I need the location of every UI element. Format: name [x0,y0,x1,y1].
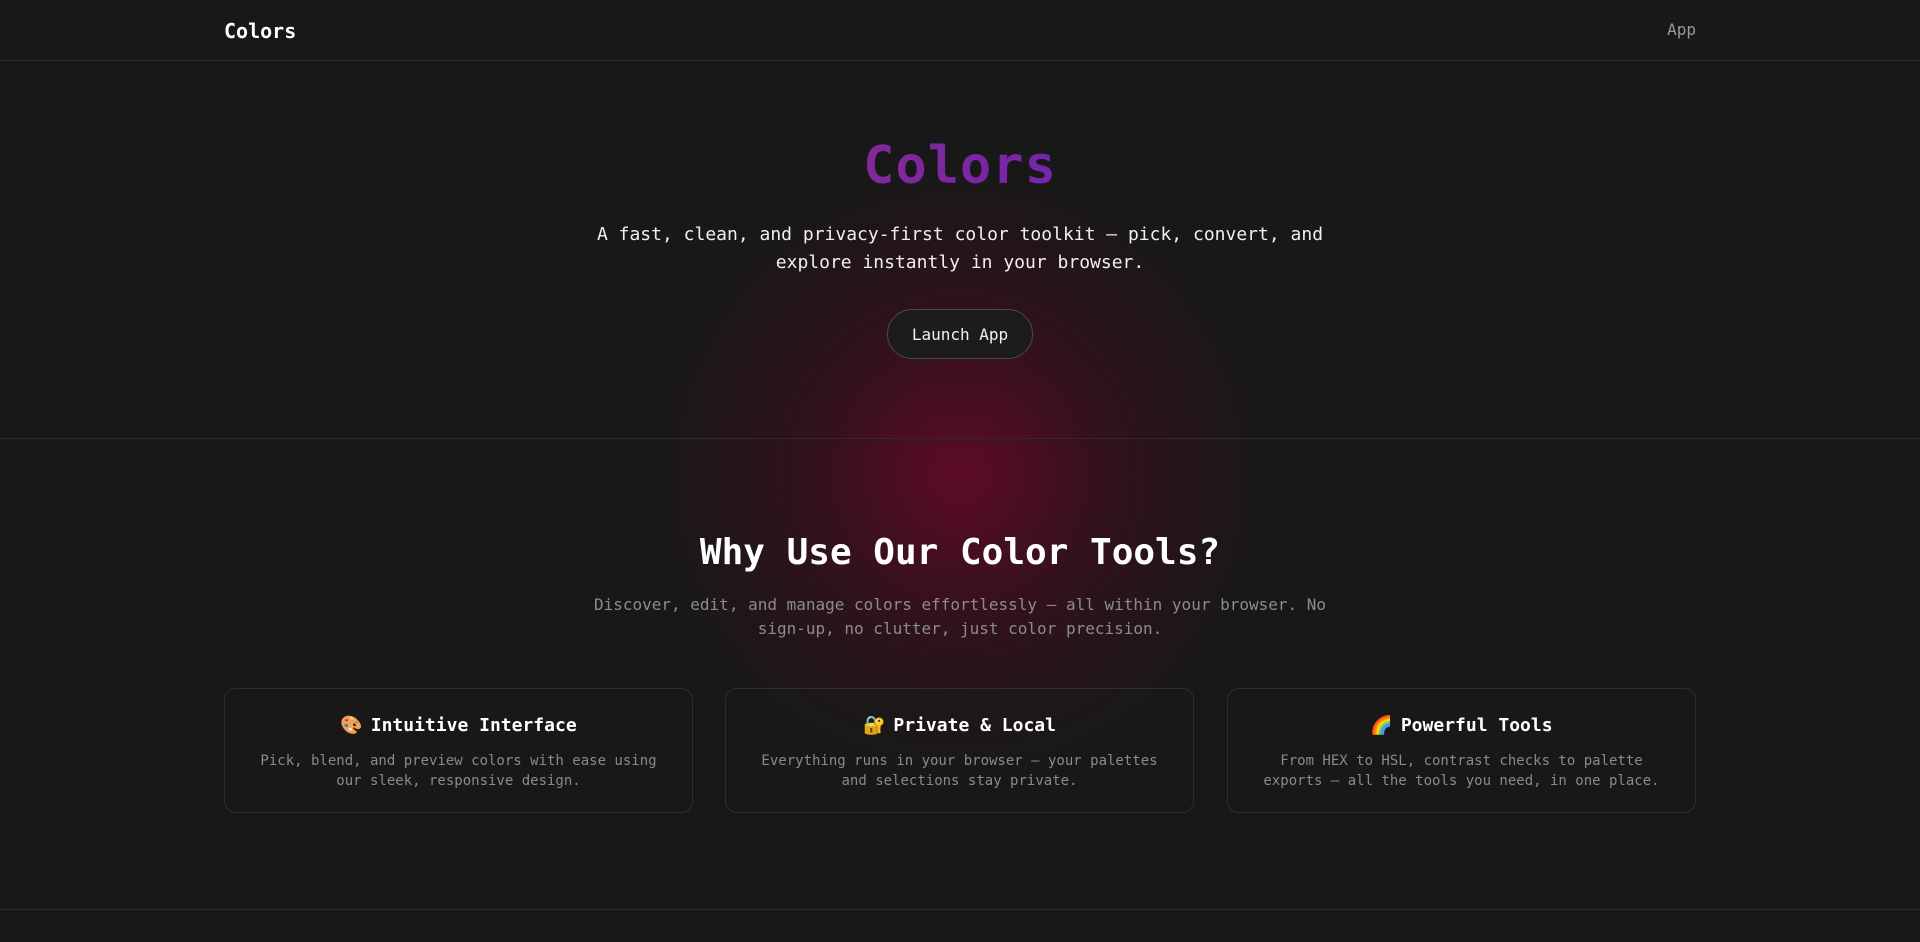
features-title: Why Use Our Color Tools? [699,532,1221,573]
palette-icon: 🎨 [340,715,363,736]
launch-app-button[interactable]: Launch App [887,309,1033,359]
feature-card-private-local: 🔐 Private & Local Everything runs in your… [725,688,1194,813]
features-subtitle: Discover, edit, and manage colors effort… [593,595,1327,638]
feature-card-powerful-tools: 🌈 Powerful Tools From HEX to HSL, contras… [1227,688,1696,813]
feature-card-title: Private & Local [893,715,1056,736]
feature-card-intuitive-interface: 🎨 Intuitive Interface Pick, blend, and pr… [224,688,693,813]
rainbow-icon: 🌈 [1370,715,1393,736]
hero-title: Colors [0,136,1920,197]
feature-card-description: Pick, blend, and preview colors with eas… [260,753,657,789]
nav-app-link[interactable]: App [1667,20,1696,39]
feature-card-description: Everything runs in your browser — your p… [761,753,1158,789]
brand-logo[interactable]: Colors [224,19,296,43]
feature-card-title: Intuitive Interface [370,715,577,736]
feature-card-title-row: 🌈 Powerful Tools [1228,715,1695,736]
lock-icon: 🔐 [863,715,886,736]
feature-card-title: Powerful Tools [1400,715,1553,736]
landing-page: Colors App Colors A fast, clean, and pri… [0,0,1920,942]
feature-card-title-row: 🔐 Private & Local [726,715,1193,736]
feature-card-title-row: 🎨 Intuitive Interface [225,715,692,736]
hero-subtitle: A fast, clean, and privacy-first color t… [596,224,1324,273]
top-navbar: Colors App [0,0,1920,61]
feature-card-description: From HEX to HSL, contrast checks to pale… [1263,753,1660,789]
features-section: Why Use Our Color Tools? Discover, edit,… [0,440,1920,910]
hero-section: Colors A fast, clean, and privacy-first … [0,61,1920,439]
